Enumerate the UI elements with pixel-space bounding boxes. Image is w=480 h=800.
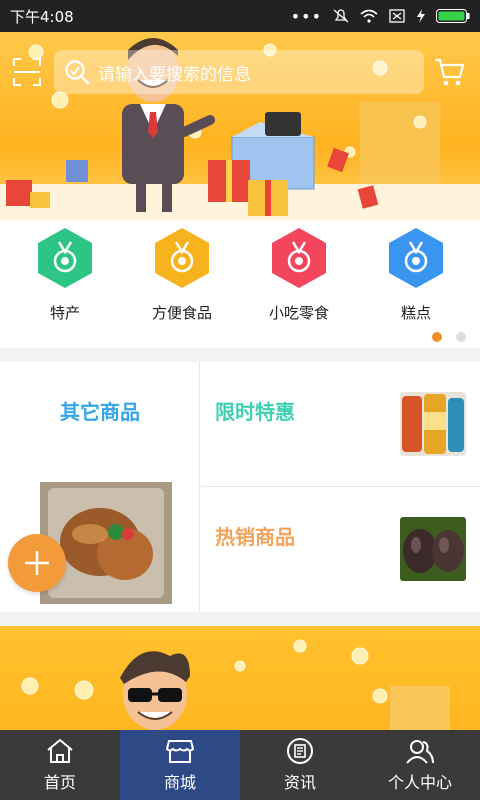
nav-label: 首页 xyxy=(43,773,76,792)
category-row: 特产 方便食品 小吃零食 糕点 xyxy=(0,220,480,348)
promo-banner-2[interactable] xyxy=(0,626,480,730)
search-bar: 请输入要搜索的信息 xyxy=(10,46,470,98)
news-icon xyxy=(287,738,313,764)
scan-icon xyxy=(13,58,41,86)
mute-bell-icon xyxy=(333,9,349,23)
other-products-image xyxy=(40,482,172,604)
medal-icon xyxy=(272,228,326,288)
page-indicator xyxy=(432,332,466,342)
category-label: 方便食品 xyxy=(151,304,212,322)
medal-icon xyxy=(38,228,92,288)
charging-icon xyxy=(417,9,425,23)
status-bar: 下午4:08 ••• xyxy=(0,0,480,32)
nav-label: 商城 xyxy=(163,773,196,792)
hot-sale-panel[interactable]: 热销商品 xyxy=(201,487,480,612)
other-products-title: 其它商品 xyxy=(60,400,140,424)
nav-label: 资讯 xyxy=(283,773,316,792)
promo-banner[interactable]: 请输入要搜索的信息 xyxy=(0,32,480,220)
medal-icon xyxy=(389,228,443,288)
limited-sale-image xyxy=(400,392,466,456)
limited-sale-panel[interactable]: 限时特惠 xyxy=(201,362,480,487)
cart-icon xyxy=(435,58,465,86)
battery-icon xyxy=(436,9,470,23)
nav-home[interactable]: 首页 xyxy=(0,730,120,800)
search-icon xyxy=(65,60,90,85)
product-section: 其它商品 限时特惠 热销商品 xyxy=(0,362,480,612)
store-icon xyxy=(165,740,195,763)
cart-button[interactable] xyxy=(430,52,470,92)
wifi-icon xyxy=(360,9,378,23)
add-button[interactable] xyxy=(8,534,66,592)
home-icon xyxy=(47,738,73,763)
category-item-snacks[interactable]: 小吃零食 xyxy=(249,228,349,323)
hot-sale-image xyxy=(400,517,466,581)
category-label: 小吃零食 xyxy=(268,304,329,322)
bottom-nav: 首页 商城 资讯 个人中心 xyxy=(0,730,480,800)
no-sim-icon xyxy=(389,9,405,23)
category-item-pastry[interactable]: 糕点 xyxy=(366,228,466,323)
category-label: 糕点 xyxy=(400,304,431,322)
nav-news[interactable]: 资讯 xyxy=(240,730,360,800)
status-time: 下午4:08 xyxy=(10,7,74,26)
category-label: 特产 xyxy=(49,304,80,322)
category-item-instant-food[interactable]: 方便食品 xyxy=(132,228,232,323)
nav-profile[interactable]: 个人中心 xyxy=(360,730,480,800)
user-icon xyxy=(406,740,434,764)
limited-sale-title: 限时特惠 xyxy=(215,400,295,424)
banner2-illustration xyxy=(21,639,450,730)
search-placeholder: 请输入要搜索的信息 xyxy=(98,64,251,85)
medal-icon xyxy=(155,228,209,288)
nav-store[interactable]: 商城 xyxy=(120,730,240,800)
page-dot[interactable] xyxy=(456,332,466,342)
search-input[interactable]: 请输入要搜索的信息 xyxy=(54,50,424,94)
plus-icon xyxy=(25,551,49,575)
hot-sale-title: 热销商品 xyxy=(215,525,295,549)
page-dot-active[interactable] xyxy=(432,332,442,342)
category-item-specialty[interactable]: 特产 xyxy=(15,228,115,323)
scan-button[interactable] xyxy=(10,55,44,89)
nav-label: 个人中心 xyxy=(387,773,452,792)
more-dots-icon: ••• xyxy=(290,6,322,26)
